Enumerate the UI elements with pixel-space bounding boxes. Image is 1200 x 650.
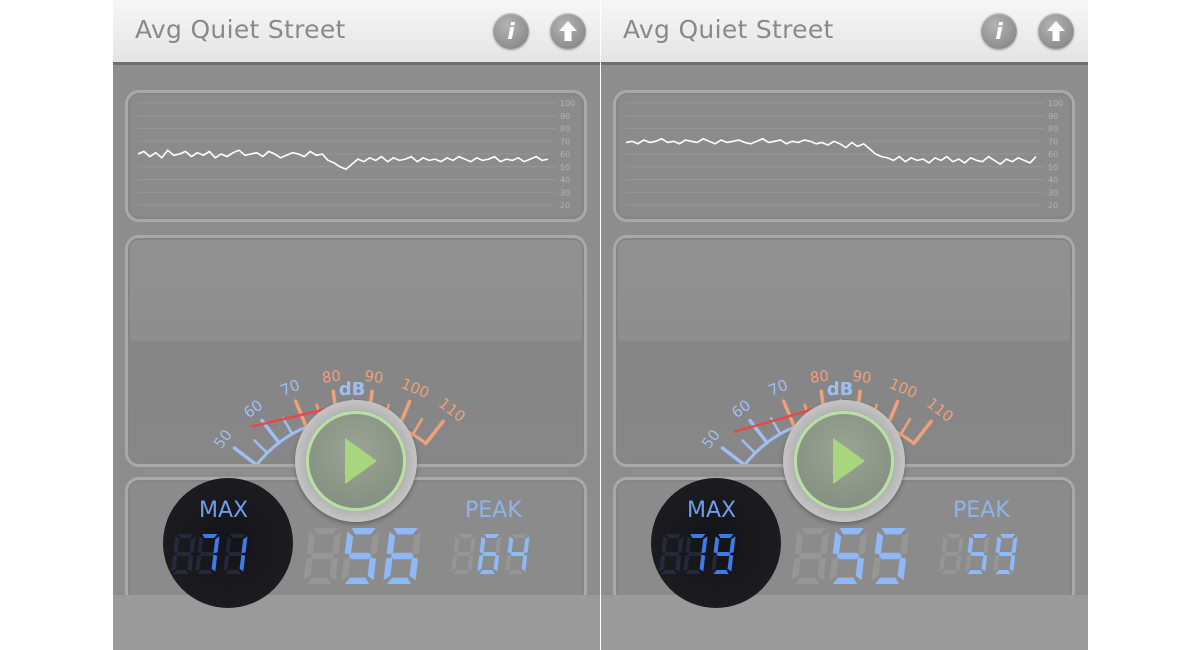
peak-ghost-digit [939, 534, 964, 574]
level-trace [625, 137, 1037, 165]
graph-scale-label: 70 [1048, 137, 1058, 146]
svg-text:i: i [995, 20, 1003, 45]
peak-label: PEAK [465, 498, 522, 523]
recording-title: Avg Quiet Street [135, 15, 346, 44]
current-ghost-digit [791, 528, 830, 584]
meter-unit-label: dB [827, 379, 854, 400]
meter-scale-label: 70 [278, 376, 303, 400]
meter-unit-label: dB [339, 379, 366, 400]
recording-title: Avg Quiet Street [623, 15, 834, 44]
graph-scale-label: 90 [560, 112, 570, 121]
graph-scale-label: 50 [560, 163, 570, 172]
meter-scale-label: 60 [728, 396, 754, 422]
current-digit [871, 528, 910, 584]
digital-readouts [171, 528, 530, 584]
meter-scale-label: 100 [887, 374, 920, 402]
play-button[interactable] [783, 400, 905, 522]
meter-tick [912, 419, 933, 446]
arrow-up-icon [1047, 21, 1065, 41]
meter-tick [899, 417, 912, 436]
meter-scale-label: 50 [210, 426, 236, 452]
play-button[interactable] [295, 400, 417, 522]
graph-scale-label: 40 [1048, 176, 1058, 185]
top-bar: Avg Quiet Street i [113, 0, 600, 65]
info-icon: i [995, 20, 1003, 45]
level-history-graph: 100 90 80 70 60 50 40 30 20 [125, 90, 587, 222]
current-ghost-digit [303, 528, 342, 584]
peak-label: PEAK [953, 498, 1010, 523]
meter-tick [253, 439, 269, 455]
graph-scale-label: 60 [560, 150, 570, 159]
upload-button[interactable] [1038, 13, 1074, 49]
digital-readouts [659, 528, 1018, 584]
meter-scale-label: 110 [435, 394, 469, 426]
meter-scale-label: 90 [851, 367, 872, 387]
meter-scale-label: 50 [698, 426, 724, 452]
svg-text:i: i [507, 20, 515, 45]
peak-digit [477, 534, 502, 574]
graph-scale-label: 70 [560, 137, 570, 146]
graph-scale-label: 90 [1048, 112, 1058, 121]
max-label: MAX [687, 498, 737, 523]
meter-tick [424, 419, 445, 446]
meter-tick [720, 446, 747, 467]
graph-scale-label: 100 [1048, 99, 1063, 108]
current-digit [383, 528, 422, 584]
meter-scale-label: 70 [766, 376, 791, 400]
max-digit [195, 534, 220, 574]
graph-scale-label: 20 [1048, 201, 1058, 210]
meter-scale-label: 110 [923, 394, 957, 426]
info-icon: i [507, 20, 515, 45]
graph-scale-label: 20 [560, 201, 570, 210]
max-digit [711, 534, 736, 574]
play-icon [345, 438, 377, 484]
top-bar: Avg Quiet Street i [601, 0, 1088, 65]
sound-meter-screen-1: Avg Quiet Street i 1009080706050403020 0… [113, 0, 600, 650]
graph-scale-label: 50 [1048, 163, 1058, 172]
graph-scale-label: 40 [560, 176, 570, 185]
meter-tick [232, 446, 259, 467]
level-history-chart: 100 90 80 70 60 50 40 30 20 [137, 99, 575, 210]
max-digit [683, 534, 708, 574]
level-history-chart: 100 90 80 70 60 50 40 30 20 [625, 99, 1063, 210]
graph-scale-label: 80 [560, 125, 570, 134]
info-button[interactable]: i [981, 13, 1017, 49]
meter-scale-label: 60 [240, 396, 266, 422]
meter-scale-label: 100 [399, 374, 432, 402]
info-button[interactable]: i [493, 13, 529, 49]
peak-digit [965, 534, 990, 574]
graph-scale-label: 30 [560, 188, 570, 197]
max-digit [223, 534, 248, 574]
graph-scale-label: 80 [1048, 125, 1058, 134]
peak-ghost-digit [451, 534, 476, 574]
meter-tick [411, 417, 424, 436]
graph-scale-label: 30 [1048, 188, 1058, 197]
meter-scale-label: 90 [363, 367, 384, 387]
max-ghost-digit [659, 534, 684, 574]
peak-digit [993, 534, 1018, 574]
meter-tick [281, 417, 294, 436]
current-digit [341, 528, 380, 584]
play-icon [833, 438, 865, 484]
sound-meter-screen-2: Avg Quiet Street i 1009080706050403020 0… [601, 0, 1088, 650]
graph-scale-label: 60 [1048, 150, 1058, 159]
meter-tick [741, 439, 757, 455]
upload-button[interactable] [550, 13, 586, 49]
max-ghost-digit [171, 534, 196, 574]
peak-digit [505, 534, 530, 574]
arrow-up-icon [559, 21, 577, 41]
level-history-graph: 100 90 80 70 60 50 40 30 20 [613, 90, 1075, 222]
graph-scale-label: 100 [560, 99, 575, 108]
max-label: MAX [199, 498, 249, 523]
current-digit [829, 528, 868, 584]
